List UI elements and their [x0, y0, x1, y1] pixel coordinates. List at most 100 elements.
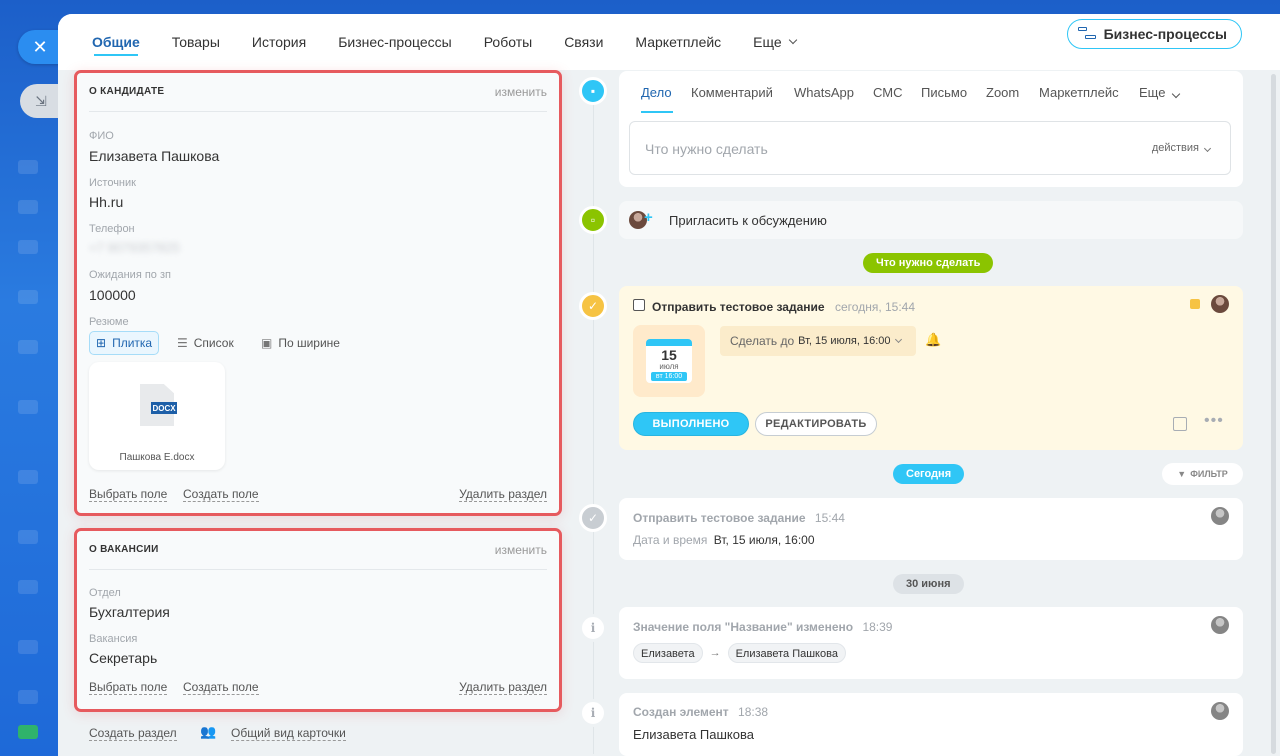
editor-tab-zoom[interactable]: Zoom	[986, 85, 1019, 100]
view-wide-button[interactable]: ▣ По ширине	[255, 331, 346, 355]
scrollbar[interactable]	[1271, 74, 1276, 754]
chat-icon: ▪	[579, 77, 607, 105]
tab-history[interactable]: История	[236, 14, 322, 70]
deadline-selector[interactable]: Сделать до Вт, 15 июля, 16:00	[720, 326, 916, 356]
history-item: Создан элемент 18:38 Елизавета Пашкова	[619, 693, 1243, 756]
tab-marketplace[interactable]: Маркетплейс	[619, 14, 737, 70]
history-detail-value: Вт, 15 июля, 16:00	[713, 533, 815, 547]
tab-products[interactable]: Товары	[156, 14, 236, 70]
tab-label: История	[251, 34, 307, 50]
section-title: О КАНДИДАТЕ	[89, 86, 165, 97]
ghost-menu-icon	[18, 240, 38, 254]
editor-tab-sms[interactable]: СМС	[873, 85, 902, 100]
history-title[interactable]: Отправить тестовое задание	[633, 511, 806, 525]
chevron-down-icon	[1203, 144, 1212, 153]
chevron-down-icon	[1172, 89, 1181, 99]
view-wide-label: По ширине	[278, 336, 340, 350]
filter-label: ФИЛЬТР	[1190, 469, 1228, 479]
bell-icon[interactable]: 🔔	[925, 332, 941, 348]
invite-label: Пригласить к обсуждению	[669, 213, 827, 228]
tab-more[interactable]: Еще	[737, 14, 812, 70]
task-input[interactable]: Что нужно сделать действия	[629, 121, 1231, 175]
minimize-icon[interactable]: ⇲	[20, 84, 62, 118]
ghost-menu-icon	[18, 400, 38, 414]
history-time: 15:44	[814, 511, 845, 525]
source-label: Источник	[89, 177, 136, 189]
editor-tab-whatsapp[interactable]: WhatsApp	[794, 85, 854, 100]
editor-tab-comment[interactable]: Комментарий	[691, 85, 773, 100]
view-list-button[interactable]: ☰ Список	[171, 331, 240, 355]
deadline-prefix: Сделать до	[730, 334, 795, 348]
edit-section-link[interactable]: изменить	[495, 543, 547, 557]
field-change: Елизавета → Елизавета Пашкова	[633, 643, 846, 663]
delete-section-link[interactable]: Удалить раздел	[459, 487, 547, 502]
editor-tab-email[interactable]: Письмо	[921, 85, 967, 100]
choose-field-link[interactable]: Выбрать поле	[89, 487, 168, 502]
avatar	[1211, 295, 1229, 313]
done-button[interactable]: ВЫПОЛНЕНО	[633, 412, 749, 436]
department-value: Бухгалтерия	[89, 604, 170, 620]
close-icon[interactable]: ✕	[18, 30, 62, 64]
planned-task-card: Отправить тестовое задание сегодня, 15:4…	[619, 286, 1243, 450]
create-section-link[interactable]: Создать раздел	[89, 726, 177, 741]
task-time: сегодня, 15:44	[835, 300, 916, 314]
grid-icon: ⊞	[96, 336, 107, 350]
avatar	[1211, 616, 1229, 634]
more-icon[interactable]: •••	[1204, 412, 1224, 430]
history-detail: Дата и время Вт, 15 июля, 16:00	[633, 533, 815, 547]
task-title[interactable]: Отправить тестовое задание	[652, 300, 825, 314]
business-processes-button[interactable]: Бизнес-процессы	[1066, 19, 1242, 49]
tab-robots[interactable]: Роботы	[468, 14, 548, 70]
editor-tab-more[interactable]: Еще	[1139, 85, 1181, 100]
create-field-link[interactable]: Создать поле	[183, 680, 259, 695]
active-tab-underline	[641, 111, 673, 113]
edit-section-link[interactable]: изменить	[495, 85, 547, 99]
history-detail-label: Дата и время	[633, 533, 708, 547]
card-general-view-link[interactable]: Общий вид карточки	[231, 726, 346, 741]
arrow-right-icon: →	[709, 647, 721, 659]
ghost-menu-icon	[18, 290, 38, 304]
create-field-link[interactable]: Создать поле	[183, 487, 259, 502]
tab-general[interactable]: Общие	[76, 14, 156, 70]
candidate-section: О КАНДИДАТЕ изменить ФИО Елизавета Пашко…	[74, 70, 562, 516]
actions-dropdown[interactable]: действия	[1152, 142, 1212, 154]
tab-links[interactable]: Связи	[548, 14, 619, 70]
users-icon: 👥	[200, 724, 217, 739]
comment-icon: ▫	[579, 206, 607, 234]
history-title-line: Создан элемент 18:38	[633, 705, 768, 719]
history-title: Значение поля "Название" изменено	[633, 620, 854, 634]
top-nav: Общие Товары История Бизнес-процессы Роб…	[58, 14, 1280, 70]
task-title-line: Отправить тестовое задание сегодня, 15:4…	[652, 298, 915, 316]
view-tile-button[interactable]: ⊞ Плитка	[89, 331, 160, 355]
history-title-line: Значение поля "Название" изменено 18:39	[633, 620, 892, 634]
choose-field-link[interactable]: Выбрать поле	[89, 680, 168, 695]
list-icon: ☰	[177, 336, 188, 350]
tab-business-processes[interactable]: Бизнес-процессы	[322, 14, 467, 70]
delete-section-link[interactable]: Удалить раздел	[459, 680, 547, 695]
edit-task-button[interactable]: РЕДАКТИРОВАТЬ	[755, 412, 877, 436]
task-checkbox[interactable]	[633, 299, 645, 311]
note-icon[interactable]	[1173, 417, 1187, 431]
task-input-placeholder: Что нужно сделать	[645, 141, 768, 157]
salary-value: 100000	[89, 287, 136, 303]
ghost-menu-icon	[18, 470, 38, 484]
filter-button[interactable]: ▼ ФИЛЬТР	[1162, 463, 1243, 485]
tab-label: Общие	[92, 34, 140, 50]
vacancy-label: Вакансия	[89, 633, 138, 645]
file-name: Пашкова Е.docx	[119, 452, 195, 463]
info-icon: i	[579, 699, 607, 727]
editor-tab-marketplace[interactable]: Маркетплейс	[1039, 85, 1119, 100]
tab-label: Еще	[1139, 85, 1166, 100]
avatar	[1211, 507, 1229, 525]
filter-icon: ▼	[1177, 469, 1187, 479]
image-icon: ▣	[261, 336, 273, 350]
tab-label: Связи	[564, 34, 604, 50]
invite-row[interactable]: + Пригласить к обсуждению	[619, 201, 1243, 239]
vacancy-section: О ВАКАНСИИ изменить Отдел Бухгалтерия Ва…	[74, 528, 562, 712]
editor-tab-task[interactable]: Дело	[641, 85, 672, 100]
today-badge: Сегодня	[893, 464, 965, 484]
ghost-menu-icon	[18, 160, 38, 174]
ghost-menu-icon	[18, 580, 38, 594]
color-marker[interactable]	[1190, 299, 1200, 309]
resume-file-tile[interactable]: DOCX Пашкова Е.docx	[89, 362, 225, 470]
